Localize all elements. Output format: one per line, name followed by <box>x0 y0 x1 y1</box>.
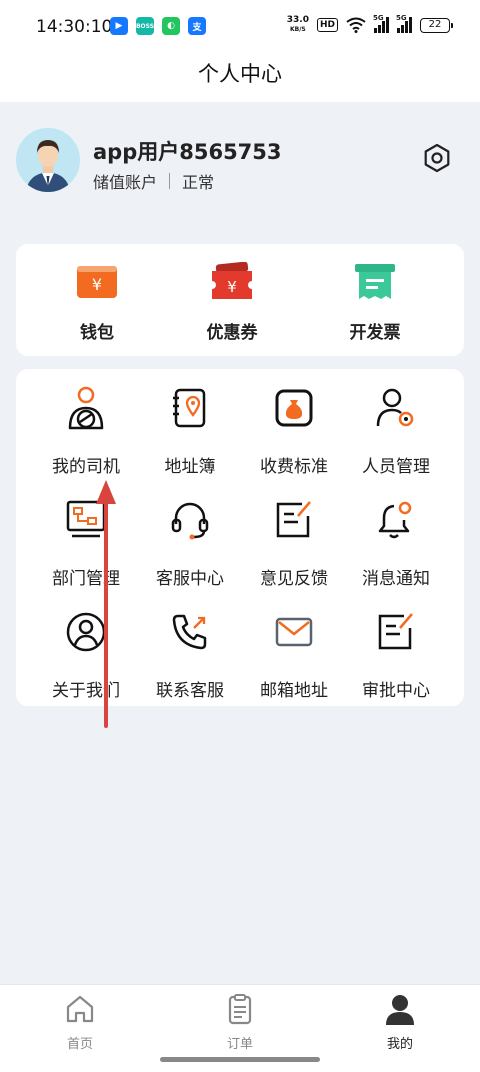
feedback-icon <box>276 501 311 538</box>
menu-item-label: 意见反馈 <box>260 569 328 589</box>
hd-badge: HD <box>316 18 338 32</box>
account-status: 正常 <box>182 173 215 192</box>
quick-action-label: 开发票 <box>349 323 401 343</box>
tab-mine[interactable]: 我的 <box>360 993 440 1052</box>
menu-item-message-notification[interactable]: 消息通知 <box>340 498 452 589</box>
divider <box>169 173 171 189</box>
menu-item-label: 客服中心 <box>156 569 224 589</box>
quick-action-label: 钱包 <box>80 323 114 343</box>
menu-item-label: 地址簿 <box>164 457 216 477</box>
tab-label: 订单 <box>226 1037 253 1052</box>
tab-home[interactable]: 首页 <box>40 993 120 1052</box>
menu-item-pricing[interactable]: 收费标准 <box>238 386 350 477</box>
menu-item-label: 关于我们 <box>52 681 120 701</box>
driver-icon <box>68 386 104 430</box>
signal-2-icon: 5G <box>396 14 412 33</box>
wallet-icon: ¥ <box>77 266 117 298</box>
menu-item-department[interactable]: 部门管理 <box>30 498 142 589</box>
menu-item-my-driver[interactable]: 我的司机 <box>30 386 142 477</box>
status-indicators: 33.0 KB/S HD 5G 5G 22 <box>287 14 453 34</box>
menu-item-customer-service-center[interactable]: 客服中心 <box>134 498 246 589</box>
tab-orders[interactable]: 订单 <box>200 993 280 1052</box>
menu-item-label: 收费标准 <box>260 457 328 477</box>
tab-label: 首页 <box>66 1037 93 1052</box>
menu-grid-card: 我的司机 地址簿 收费标准 人员管理 部门管理 客服中心 意见反馈 消息通知 关… <box>16 369 464 706</box>
menu-item-label: 消息通知 <box>362 569 430 589</box>
home-indicator[interactable] <box>160 1057 320 1062</box>
signal-1-label: 5G <box>373 14 384 22</box>
menu-item-approval-center[interactable]: 审批中心 <box>340 610 452 701</box>
quick-action-wallet[interactable]: ¥ 钱包 <box>47 262 147 343</box>
quick-actions-card: ¥ 钱包 ¥ 优惠券 开发票 <box>16 244 464 356</box>
wifi-icon <box>346 17 366 33</box>
annotation-arrow-icon <box>96 480 116 728</box>
status-bar: 14:30:10 ▶ BOSS ◐ 支 33.0 KB/S HD 5G 5G 2… <box>0 0 480 52</box>
menu-item-label: 联系客服 <box>156 681 224 701</box>
profile-section[interactable]: app用户8565753 储值账户 正常 <box>16 128 464 198</box>
menu-item-label: 邮箱地址 <box>260 681 328 701</box>
username: app用户8565753 <box>93 140 282 164</box>
net-speed: 33.0 KB/S <box>287 16 309 34</box>
account-info: 储值账户 正常 <box>93 169 214 193</box>
address-book-icon <box>173 388 206 428</box>
page-title: 个人中心 <box>198 62 282 86</box>
profile-icon <box>386 995 414 1025</box>
coupon-icon: ¥ <box>212 261 252 299</box>
svg-text:¥: ¥ <box>92 275 102 294</box>
invoice-icon <box>355 264 395 299</box>
menu-item-staff-management[interactable]: 人员管理 <box>340 386 452 477</box>
home-icon <box>66 995 94 1023</box>
menu-item-label: 人员管理 <box>362 457 430 477</box>
order-icon <box>228 994 252 1025</box>
menu-item-label: 我的司机 <box>52 457 120 477</box>
menu-item-feedback[interactable]: 意见反馈 <box>238 498 350 589</box>
quick-action-label: 优惠券 <box>206 323 258 343</box>
net-speed-unit: KB/S <box>290 26 306 33</box>
menu-item-label: 部门管理 <box>52 569 120 589</box>
settings-hexagon-icon[interactable] <box>422 143 452 173</box>
avatar[interactable] <box>16 128 80 192</box>
headset-icon <box>171 502 209 540</box>
menu-item-label: 审批中心 <box>362 681 430 701</box>
navigation-app-icon: ▶ <box>110 17 128 35</box>
signal-1-icon: 5G <box>373 14 389 33</box>
tab-label: 我的 <box>386 1037 413 1052</box>
status-app-icons: ▶ BOSS ◐ 支 <box>110 17 206 35</box>
svg-text:¥: ¥ <box>227 278 237 296</box>
approval-icon <box>378 613 413 650</box>
mobile-app-icon: ◐ <box>162 17 180 35</box>
pricing-icon <box>275 389 313 427</box>
net-speed-value: 33.0 <box>286 15 309 25</box>
menu-item-mailbox-address[interactable]: 邮箱地址 <box>238 610 350 701</box>
signal-2-label: 5G <box>396 14 407 22</box>
quick-action-invoice[interactable]: 开发票 <box>325 262 425 343</box>
status-time: 14:30:10 <box>36 17 113 37</box>
menu-item-address-book[interactable]: 地址簿 <box>134 386 246 477</box>
bell-icon <box>378 501 412 539</box>
staff-management-icon <box>376 388 414 427</box>
mail-icon <box>275 617 313 647</box>
phone-icon <box>172 614 207 650</box>
quick-action-coupon[interactable]: ¥ 优惠券 <box>182 261 282 343</box>
user-avatar-icon <box>16 128 80 192</box>
alipay-app-icon: 支 <box>188 17 206 35</box>
boss-app-icon: BOSS <box>136 17 154 35</box>
menu-item-about-us[interactable]: 关于我们 <box>30 610 142 701</box>
menu-item-contact-service[interactable]: 联系客服 <box>134 610 246 701</box>
battery-icon: 22 <box>420 17 453 33</box>
top-area: 14:30:10 ▶ BOSS ◐ 支 33.0 KB/S HD 5G 5G 2… <box>0 0 480 102</box>
account-type: 储值账户 <box>93 173 158 192</box>
